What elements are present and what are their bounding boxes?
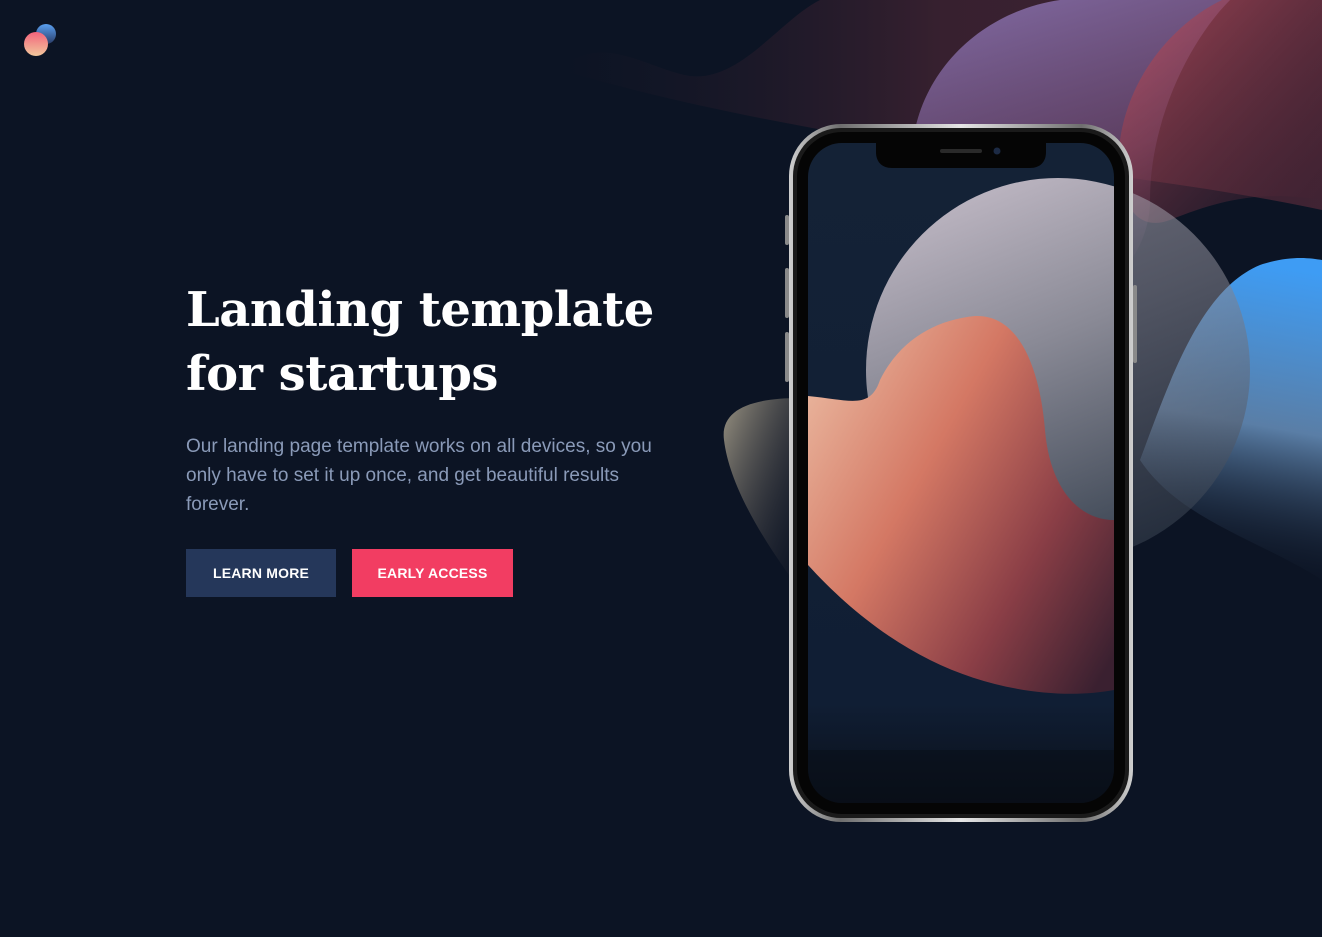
hero-buttons: LEARN MORE EARLY ACCESS <box>186 549 513 597</box>
hero-content: Landing template for startups Our landin… <box>186 278 696 519</box>
hero-paragraph: Our landing page template works on all d… <box>186 436 652 515</box>
hero-title: Landing template for startups <box>186 282 654 402</box>
beige-blob <box>723 398 800 590</box>
early-access-button[interactable]: EARLY ACCESS <box>352 549 513 597</box>
brand-logo-icon[interactable] <box>22 22 58 58</box>
learn-more-button[interactable]: LEARN MORE <box>186 549 336 597</box>
landing-page: Landing template for startups Our landin… <box>0 0 1322 937</box>
